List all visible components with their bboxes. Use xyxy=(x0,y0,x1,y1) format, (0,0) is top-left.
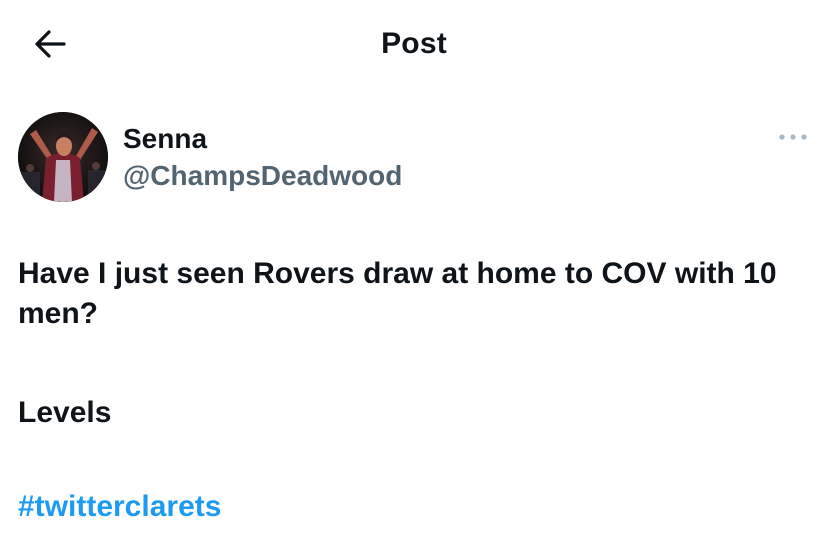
hashtag-paragraph: #twitterclarets xyxy=(18,487,810,527)
post-line: Have I just seen Rovers draw at home to … xyxy=(18,257,777,330)
more-options-button[interactable] xyxy=(776,126,810,148)
author-name[interactable]: Senna xyxy=(123,121,207,157)
post-line: Levels xyxy=(18,396,112,429)
post-author: Senna @ChampsDeadwood xyxy=(18,112,810,204)
hashtag-link[interactable]: #twitterclarets xyxy=(18,490,221,523)
avatar[interactable] xyxy=(18,112,108,202)
author-handle[interactable]: @ChampsDeadwood xyxy=(123,158,402,194)
avatar-image xyxy=(18,112,108,202)
post-text: Have I just seen Rovers draw at home to … xyxy=(18,254,810,527)
page-title: Post xyxy=(381,27,447,60)
more-horizontal-icon xyxy=(779,134,807,140)
top-bar: Post xyxy=(0,0,828,90)
